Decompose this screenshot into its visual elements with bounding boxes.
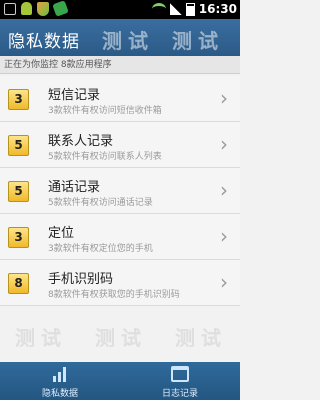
chevron-right-icon: › (220, 270, 228, 294)
watermark: 测试 (172, 29, 224, 53)
chevron-right-icon: › (220, 86, 228, 110)
item-title: 通话记录 (48, 180, 101, 195)
wifi-icon (151, 3, 166, 15)
usb-icon (4, 3, 16, 15)
tab-log-records[interactable]: 日志记录 (120, 362, 240, 400)
item-title: 短信记录 (48, 88, 101, 103)
item-subtitle: 5款软件有权访问通话记录 (48, 198, 153, 208)
list-item-device-id[interactable]: 8 手机识别码 8款软件有权获取您的手机识别码 › (0, 260, 240, 306)
battery-icon (185, 2, 195, 16)
chevron-right-icon: › (220, 178, 228, 202)
phone-icon (52, 0, 69, 17)
status-bar: 16:30 (0, 0, 240, 19)
item-title: 定位 (48, 226, 75, 241)
watermark: 测试 (102, 29, 154, 53)
list-item-sms[interactable]: 3 短信记录 3款软件有权访问短信收件箱 › (0, 76, 240, 122)
monitor-status: 正在为你监控 8款应用程序 (0, 56, 240, 74)
item-title: 手机识别码 (48, 272, 114, 287)
item-subtitle: 5款软件有权访问联系人列表 (48, 152, 162, 162)
count-badge: 5 (8, 135, 29, 156)
title-bar: 隐私数据 测试 测试 (0, 19, 240, 56)
bottom-tab-bar: 隐私数据 日志记录 (0, 362, 240, 400)
status-time: 16:30 (198, 2, 237, 16)
watermark: 测试 (15, 326, 67, 350)
watermark: 测试 (175, 326, 227, 350)
chevron-right-icon: › (220, 224, 228, 248)
list-item-location[interactable]: 3 定位 3款软件有权定位您的手机 › (0, 214, 240, 260)
item-title: 联系人记录 (48, 134, 114, 149)
count-badge: 3 (8, 89, 29, 110)
item-subtitle: 3款软件有权定位您的手机 (48, 244, 153, 254)
empty-area: 测试 测试 测试 (0, 310, 240, 362)
tab-privacy-data[interactable]: 隐私数据 (0, 362, 120, 400)
tab-label: 日志记录 (161, 389, 198, 399)
bar-chart-icon (51, 366, 69, 382)
count-badge: 5 (8, 181, 29, 202)
page-title: 隐私数据 (8, 32, 80, 52)
signal-icon (169, 3, 182, 15)
count-badge: 8 (8, 273, 29, 294)
tab-label: 隐私数据 (41, 389, 78, 399)
item-subtitle: 8款软件有权获取您的手机识别码 (48, 290, 180, 300)
chevron-right-icon: › (220, 132, 228, 156)
watermark: 测试 (95, 326, 147, 350)
item-subtitle: 3款软件有权访问短信收件箱 (48, 106, 162, 116)
list-item-contacts[interactable]: 5 联系人记录 5款软件有权访问联系人列表 › (0, 122, 240, 168)
android-icon (21, 2, 32, 15)
calendar-icon (171, 366, 189, 382)
count-badge: 3 (8, 227, 29, 248)
list-item-calls[interactable]: 5 通话记录 5款软件有权访问通话记录 › (0, 168, 240, 214)
shield-icon (37, 2, 49, 16)
